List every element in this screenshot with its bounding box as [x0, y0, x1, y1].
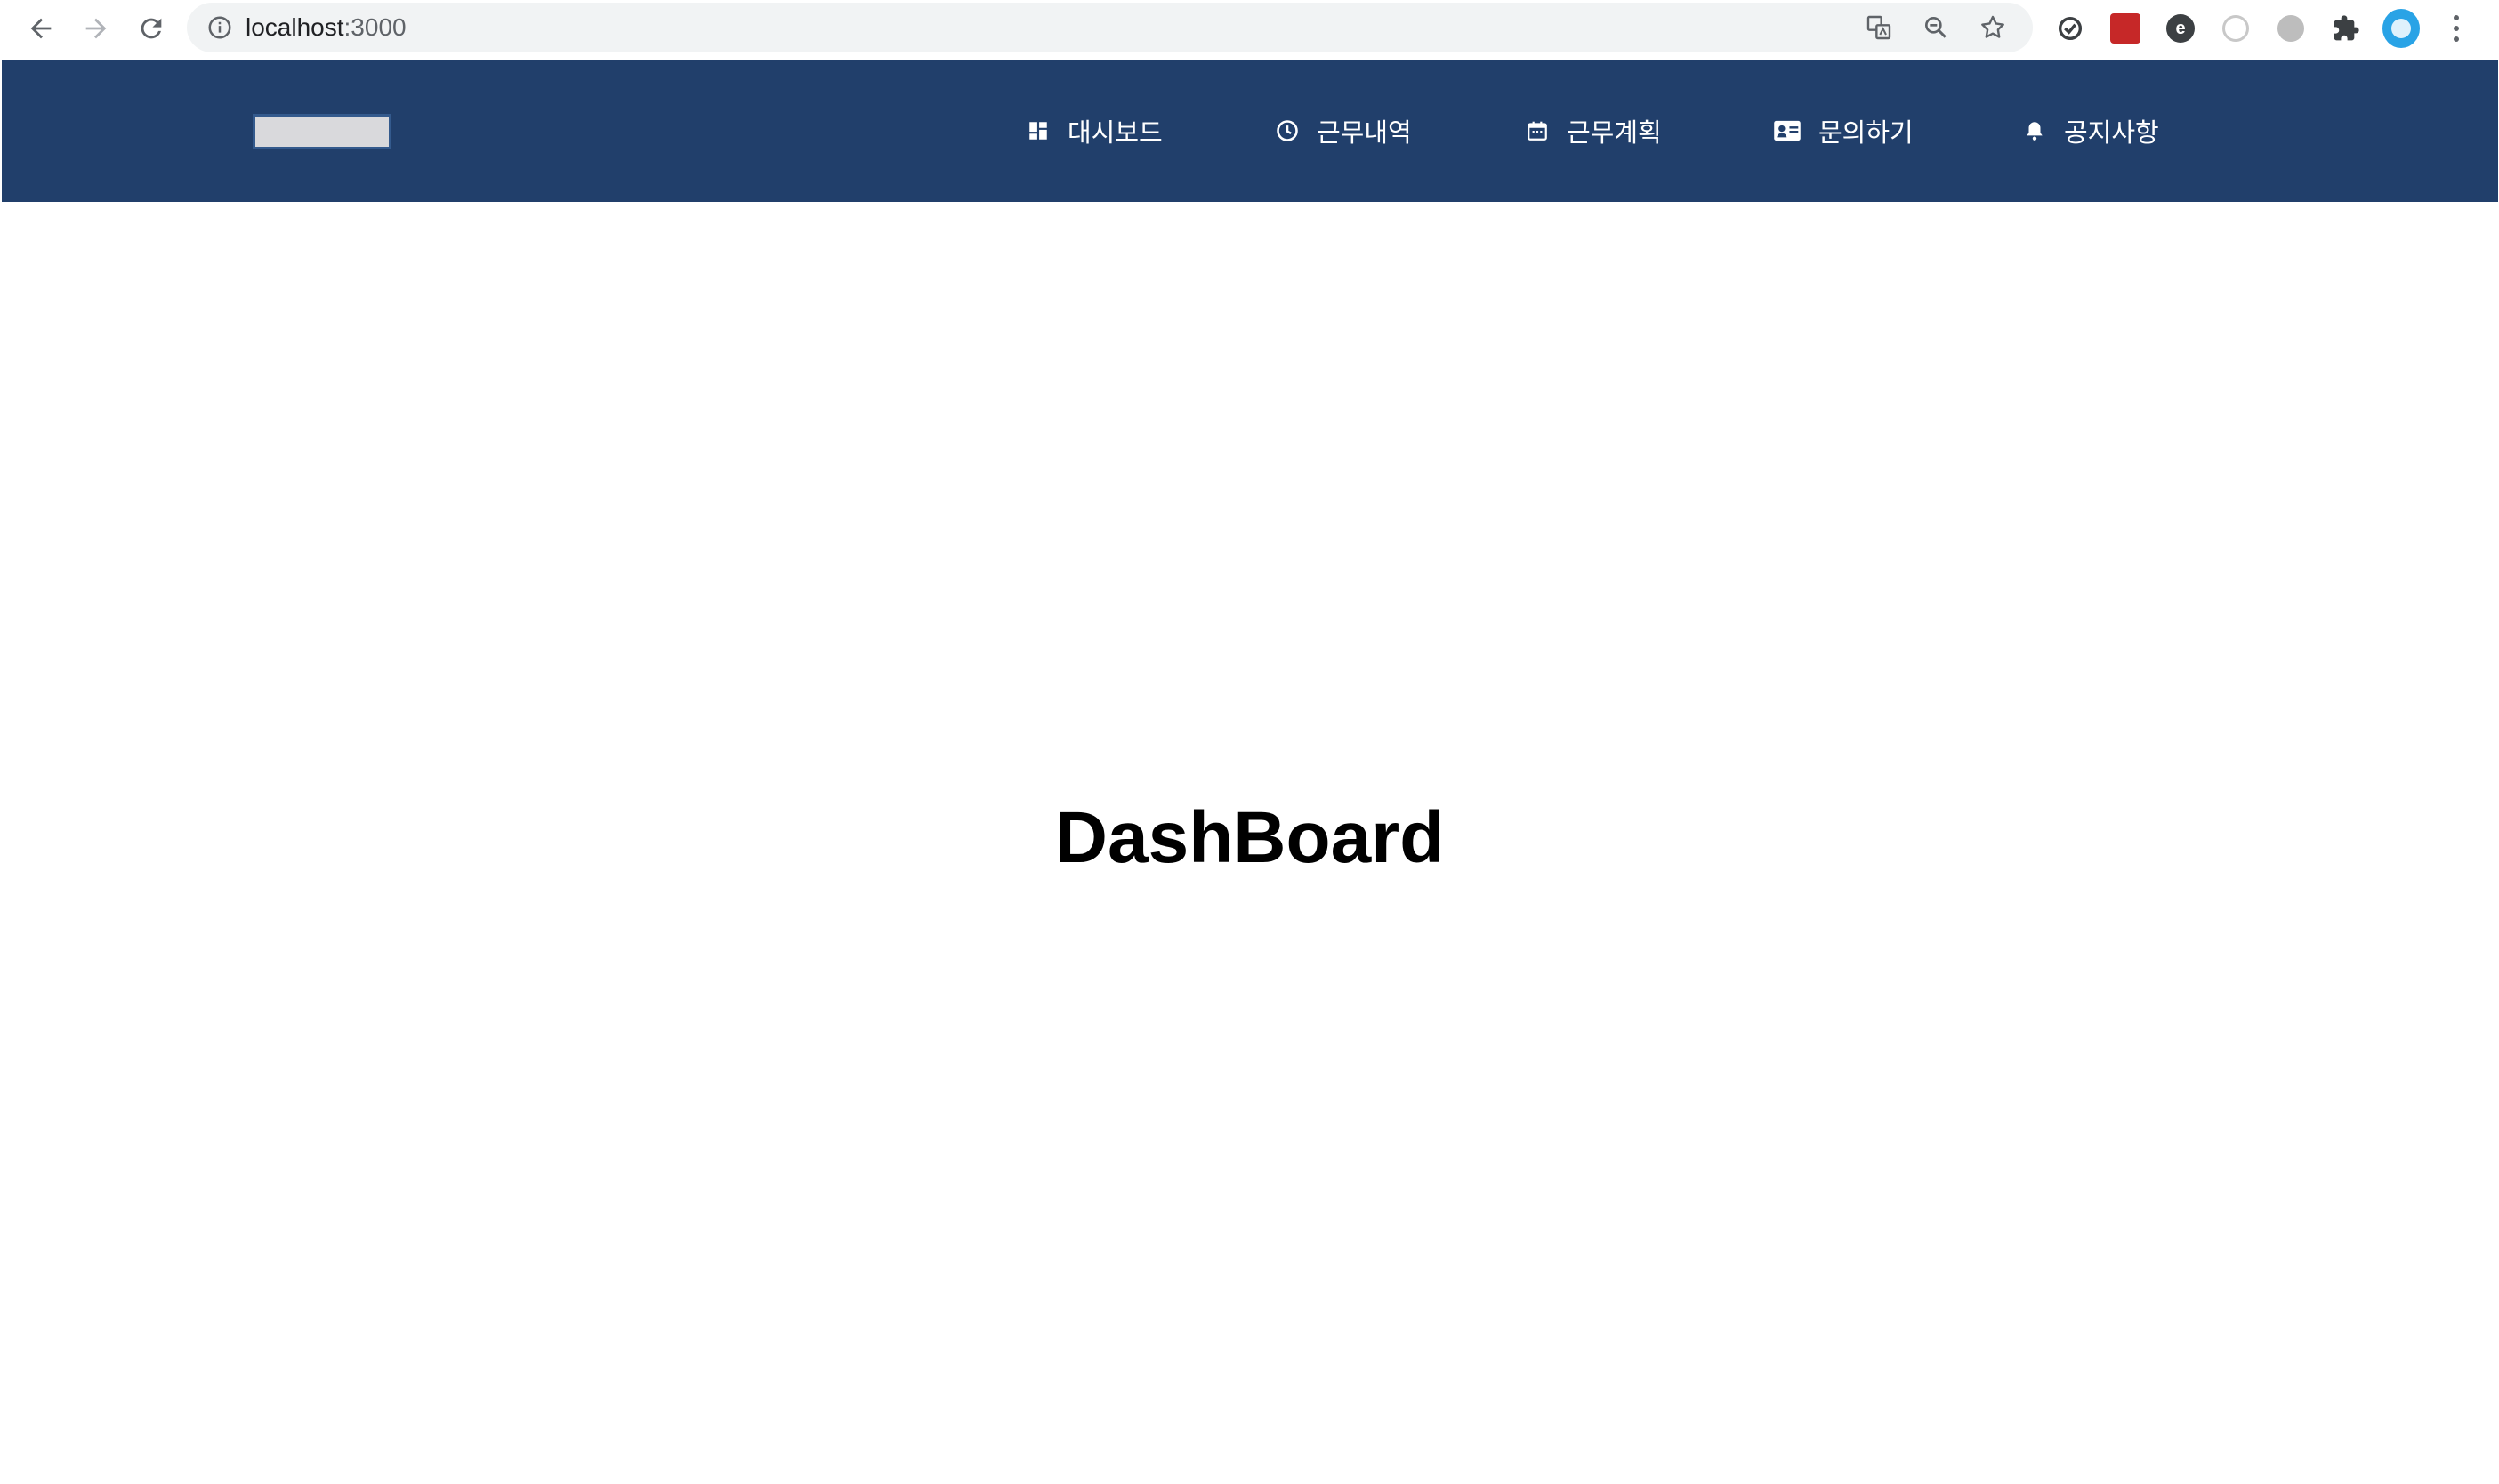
- reload-icon: [141, 18, 162, 39]
- clock-icon: [1274, 117, 1301, 144]
- menu-label: 대시보드: [1068, 117, 1163, 148]
- info-icon[interactable]: [206, 14, 233, 41]
- profile-avatar[interactable]: [2382, 9, 2420, 48]
- extensions-area: e: [2052, 7, 2475, 50]
- url-port: :3000: [343, 13, 407, 41]
- kebab-menu-icon[interactable]: [2438, 10, 2475, 47]
- menu-item-notice[interactable]: 공지사항: [2021, 60, 2159, 202]
- zoom-icon[interactable]: [1921, 12, 1951, 43]
- sync-extension-icon[interactable]: [2052, 10, 2089, 47]
- menu-item-work-plan[interactable]: 근무계획: [1524, 60, 1662, 202]
- url-text[interactable]: localhost:3000: [246, 13, 407, 42]
- address-bar[interactable]: localhost:3000: [187, 3, 2033, 52]
- faint-extension-icon[interactable]: [2217, 10, 2254, 47]
- url-host: localhost: [246, 13, 344, 41]
- bell-icon: [2021, 117, 2048, 144]
- logo[interactable]: [253, 114, 391, 149]
- contact-card-icon: [1772, 117, 1802, 144]
- forward-button[interactable]: [75, 7, 117, 50]
- puzzle-icon[interactable]: [2327, 10, 2365, 47]
- red-extension-icon[interactable]: [2107, 10, 2144, 47]
- page-title: DashBoard: [1054, 797, 1445, 878]
- menu-label: 공지사항: [2064, 117, 2159, 148]
- menu-item-work-history[interactable]: 근무내역: [1274, 60, 1412, 202]
- arrow-right-icon: [85, 18, 107, 39]
- browser-toolbar: localhost:3000 e: [0, 0, 2499, 57]
- app-header: 대시보드 근무내역 근무계획 문의하기 공지사항: [2, 60, 2498, 202]
- dashboard-icon: [1025, 117, 1052, 144]
- menu-item-dashboard[interactable]: 대시보드: [1025, 60, 1163, 202]
- menu-label: 문의하기: [1818, 117, 1914, 148]
- e-extension-icon[interactable]: e: [2162, 10, 2199, 47]
- menu-item-inquiry[interactable]: 문의하기: [1772, 60, 1914, 202]
- gray-extension-icon[interactable]: [2272, 10, 2310, 47]
- menu-label: 근무내역: [1317, 117, 1412, 148]
- back-button[interactable]: [20, 7, 62, 50]
- reload-button[interactable]: [130, 7, 173, 50]
- calendar-icon: [1524, 117, 1551, 144]
- bookmark-star-icon[interactable]: [1978, 12, 2008, 43]
- arrow-left-icon: [30, 18, 52, 39]
- menu-label: 근무계획: [1567, 117, 1662, 148]
- translate-icon[interactable]: [1864, 12, 1894, 43]
